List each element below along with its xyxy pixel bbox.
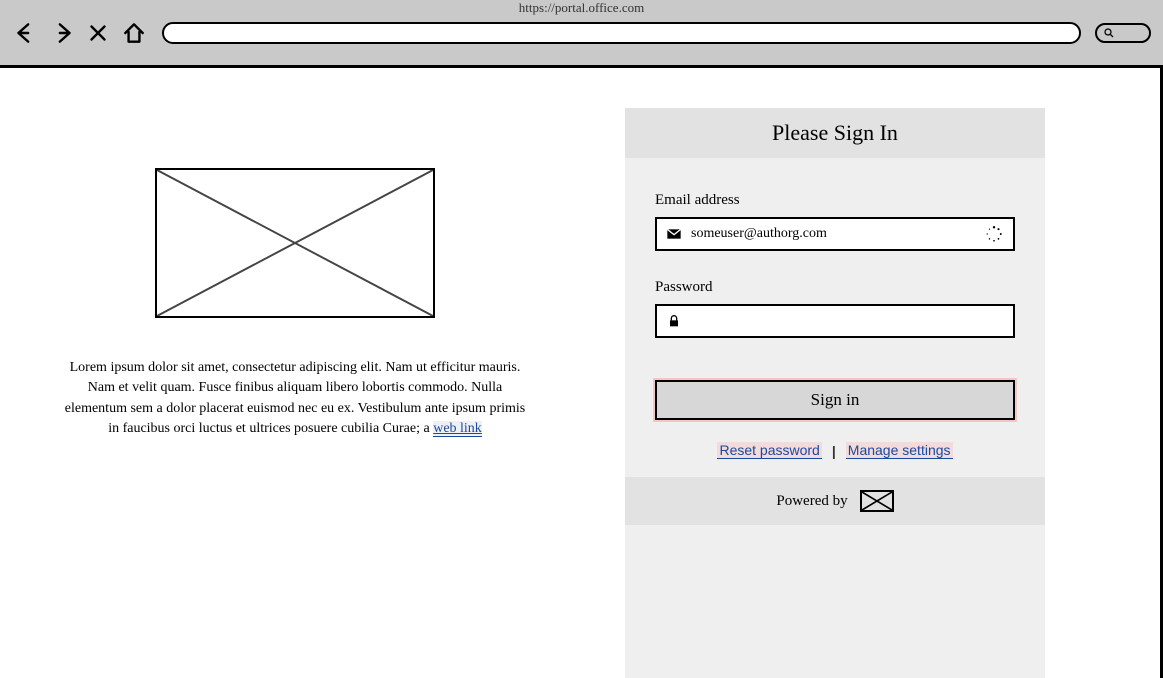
web-link[interactable]: web link <box>433 421 482 437</box>
envelope-icon <box>665 226 683 242</box>
password-field-wrap <box>655 304 1015 338</box>
email-label: Email address <box>655 192 1015 209</box>
forward-button[interactable] <box>48 19 76 47</box>
address-bar[interactable] <box>162 22 1081 44</box>
email-input[interactable] <box>691 226 1005 242</box>
password-label: Password <box>655 279 1015 296</box>
footer-logo-icon <box>860 490 894 512</box>
image-placeholder <box>155 168 435 318</box>
links-row: Reset password | Manage settings <box>655 442 1015 459</box>
panel-footer: Powered by <box>625 477 1045 525</box>
signin-panel: Please Sign In Email address <box>625 108 1045 678</box>
search-pill[interactable] <box>1095 23 1151 43</box>
loading-spinner-icon <box>985 225 1003 243</box>
lorem-text: Lorem ipsum dolor sit amet, consectetur … <box>60 358 530 439</box>
powered-by-label: Powered by <box>776 493 847 510</box>
page-content: Lorem ipsum dolor sit amet, consectetur … <box>0 68 1163 678</box>
reset-password-link[interactable]: Reset password <box>717 442 821 459</box>
stop-button[interactable] <box>84 19 112 47</box>
manage-settings-link[interactable]: Manage settings <box>846 442 953 459</box>
email-field-wrap <box>655 217 1015 251</box>
panel-title: Please Sign In <box>625 108 1045 158</box>
signin-button[interactable]: Sign in <box>655 380 1015 420</box>
lock-icon <box>665 313 683 329</box>
back-button[interactable] <box>12 19 40 47</box>
right-column: Please Sign In Email address <box>570 108 1100 678</box>
home-button[interactable] <box>120 19 148 47</box>
browser-chrome: https://portal.office.com <box>0 0 1163 68</box>
left-column: Lorem ipsum dolor sit amet, consectetur … <box>60 108 530 678</box>
password-input[interactable] <box>691 313 1005 329</box>
search-icon <box>1103 27 1115 39</box>
url-display: https://portal.office.com <box>519 0 644 16</box>
link-separator: | <box>832 443 836 459</box>
